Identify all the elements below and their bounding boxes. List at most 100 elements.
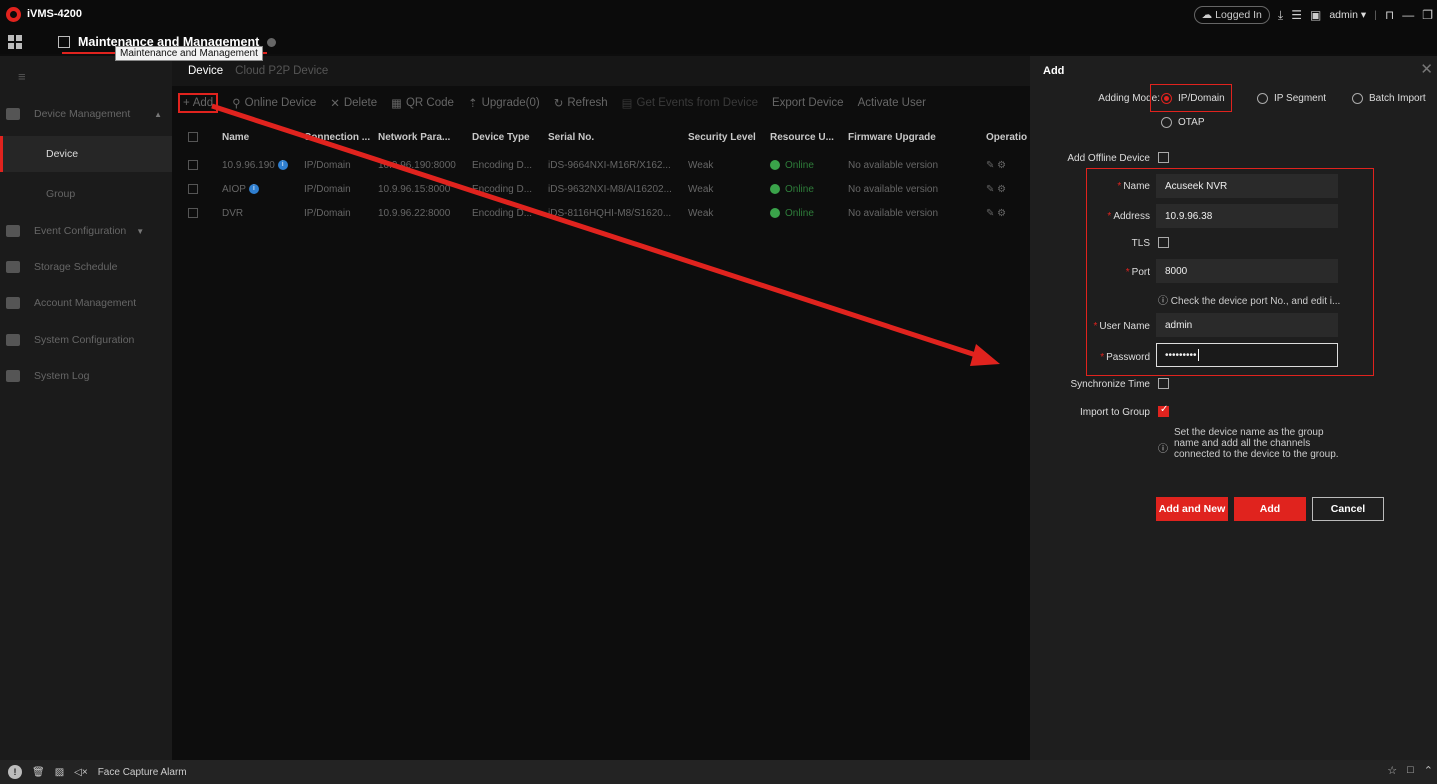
password-input[interactable]: •••••••••: [1156, 343, 1338, 367]
sidebar-item-label: Account Management: [34, 297, 137, 309]
panel-title: Add: [1043, 65, 1065, 77]
row-checkbox[interactable]: [188, 184, 198, 194]
port-input[interactable]: 8000: [1156, 259, 1338, 283]
login-status-label: Logged In: [1215, 9, 1262, 21]
radio-otap[interactable]: [1161, 117, 1172, 128]
qr-code-button[interactable]: ▦ QR Code: [391, 96, 454, 110]
tab-device[interactable]: Device: [188, 65, 223, 77]
upgrade-button[interactable]: ⇡ Upgrade(0): [468, 96, 540, 110]
port-label-text: Port: [1131, 267, 1150, 278]
info-icon[interactable]: i: [248, 183, 259, 194]
user-menu[interactable]: admin ▾: [1329, 9, 1366, 21]
restore-icon[interactable]: ❐: [1422, 8, 1433, 22]
window-icon[interactable]: □: [1407, 764, 1414, 777]
lock-icon[interactable]: ⊓: [1385, 8, 1394, 22]
table-row[interactable]: 10.9.96.190 i IP/Domain 10.9.96.190:8000 …: [180, 153, 1030, 177]
settings-icon[interactable]: ⚙: [997, 208, 1006, 219]
screen-icon[interactable]: ▨: [55, 767, 64, 778]
radio-ip-domain[interactable]: [1161, 93, 1172, 104]
network-params: 10.9.96.22:8000: [378, 207, 451, 219]
column-header[interactable]: Device Type: [466, 132, 542, 143]
sync-time-label: Synchronize Time: [1070, 379, 1150, 390]
sidebar-item-system-configuration[interactable]: System Configuration: [0, 324, 172, 356]
get-events-button[interactable]: ▤ Get Events from Device: [622, 96, 758, 110]
resource-status: Online: [764, 184, 842, 195]
radio-batch-import[interactable]: [1352, 93, 1363, 104]
refresh-button[interactable]: ↻ Refresh: [554, 96, 608, 110]
trash-icon[interactable]: 🗑: [32, 767, 45, 778]
row-checkbox[interactable]: [188, 208, 198, 218]
export-device-button[interactable]: Export Device: [772, 97, 844, 109]
online-device-button[interactable]: ⚲ Online Device: [232, 96, 316, 110]
mute-icon[interactable]: ◁×: [74, 767, 88, 778]
column-header[interactable]: Name: [216, 132, 298, 143]
activate-user-label: Activate User: [857, 97, 926, 109]
modules-grid-icon[interactable]: [8, 35, 22, 49]
sidebar-collapse-icon[interactable]: ≡: [0, 56, 172, 96]
tls-checkbox[interactable]: [1158, 237, 1169, 248]
column-header[interactable]: Serial No.: [542, 132, 682, 143]
sidebar-item-account-management[interactable]: Account Management: [0, 287, 172, 319]
column-header[interactable]: Network Para...: [372, 132, 466, 143]
firmware-status: No available version: [848, 183, 939, 195]
login-status-button[interactable]: ☁ Logged In: [1193, 6, 1270, 24]
radio-ip-segment[interactable]: [1257, 93, 1268, 104]
column-header[interactable]: Firmware Upgrade: [842, 132, 980, 143]
column-header[interactable]: Operatio: [980, 132, 1030, 143]
close-tab-icon[interactable]: [267, 37, 277, 47]
edit-icon[interactable]: ✎: [986, 184, 994, 195]
serial-no: iDS-9632NXI-M8/AI16202...: [548, 183, 672, 195]
username-input[interactable]: admin: [1156, 313, 1338, 337]
info-icon[interactable]: i: [277, 159, 288, 170]
name-input[interactable]: Acuseek NVR: [1156, 174, 1338, 198]
column-header[interactable]: Resource U...: [764, 132, 842, 143]
gear-icon: [6, 334, 20, 346]
sidebar-item-storage-schedule[interactable]: Storage Schedule: [0, 251, 172, 283]
import-group-checkbox[interactable]: [1158, 404, 1169, 417]
add-and-new-button[interactable]: Add and New: [1156, 497, 1228, 521]
close-icon[interactable]: ✕: [1420, 60, 1433, 78]
edit-icon[interactable]: ✎: [986, 208, 994, 219]
offline-checkbox[interactable]: [1158, 152, 1169, 163]
add-button[interactable]: Add: [1234, 497, 1306, 521]
column-header[interactable]: Security Level: [682, 132, 764, 143]
add-device-button[interactable]: + Add: [178, 93, 219, 113]
device-name: 10.9.96.190 i: [216, 160, 298, 171]
sidebar-item-group[interactable]: Group: [0, 176, 172, 212]
select-all-checkbox[interactable]: [188, 132, 198, 142]
sync-time-checkbox[interactable]: [1158, 378, 1169, 389]
sidebar-item-label: Device: [46, 148, 79, 160]
sidebar-item-device-management[interactable]: Device Management ▲: [0, 98, 172, 130]
minimize-icon[interactable]: —: [1402, 8, 1414, 22]
table-row[interactable]: DVR IP/Domain 10.9.96.22:8000 Encoding D…: [180, 201, 1030, 225]
edit-icon[interactable]: ✎: [986, 160, 994, 171]
activate-user-button[interactable]: Activate User: [858, 97, 926, 109]
firmware-status: No available version: [848, 159, 939, 171]
sidebar-item-device[interactable]: Device: [0, 136, 172, 172]
online-text: Online: [785, 207, 814, 219]
alert-icon[interactable]: !: [8, 765, 22, 779]
download-icon[interactable]: ⤓: [1278, 8, 1283, 23]
cancel-button[interactable]: Cancel: [1312, 497, 1384, 521]
table-row[interactable]: AIOP i IP/Domain 10.9.96.15:8000 Encoding…: [180, 177, 1030, 201]
sidebar-item-system-log[interactable]: System Log: [0, 360, 172, 392]
settings-icon[interactable]: ⚙: [997, 160, 1006, 171]
sidebar-item-event-configuration[interactable]: Event Configuration ▼: [0, 215, 172, 247]
address-input[interactable]: 10.9.96.38: [1156, 204, 1338, 228]
list-icon[interactable]: ☰: [1291, 8, 1302, 22]
mode-otap-label: OTAP: [1178, 117, 1205, 128]
column-header[interactable]: Connection ...: [298, 132, 372, 143]
device-type: Encoding D...: [472, 183, 533, 195]
tab-cloud-p2p-device[interactable]: Cloud P2P Device: [235, 65, 328, 77]
sidebar-item-label: Group: [46, 188, 76, 200]
image-icon[interactable]: ▣: [1310, 8, 1321, 22]
info-icon: ⓘ: [1158, 296, 1168, 307]
row-checkbox[interactable]: [188, 160, 198, 170]
delete-button[interactable]: ✕ Delete: [330, 96, 377, 110]
settings-icon[interactable]: ⚙: [997, 184, 1006, 195]
port-hint: ⓘ Check the device port No., and edit i.…: [1158, 292, 1340, 307]
pin-icon[interactable]: ☆: [1387, 764, 1397, 777]
connection: IP/Domain: [304, 207, 351, 219]
device-name: AIOP i: [216, 184, 298, 195]
expand-icon[interactable]: ⌃: [1424, 764, 1433, 777]
